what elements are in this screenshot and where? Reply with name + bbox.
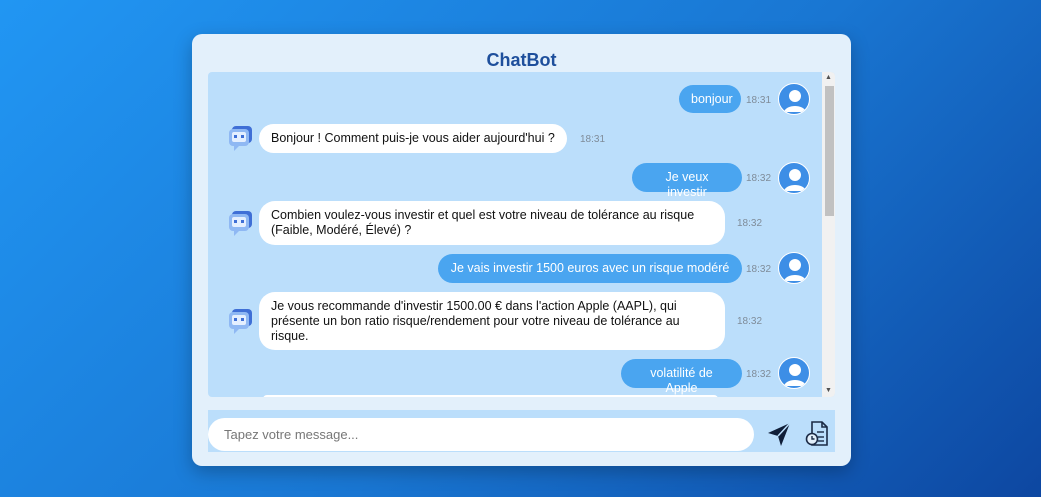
user-avatar-icon [778, 162, 810, 194]
user-message: Je veux investir [632, 163, 742, 199]
chat-window: ChatBot bonjour 18:31 Bonjour ! Comment … [192, 34, 851, 466]
user-avatar-icon [778, 83, 810, 115]
user-message: volatilité de Apple [621, 359, 742, 395]
user-avatar-icon [778, 252, 810, 284]
bot-message: Combien voulez-vous investir et quel est… [259, 201, 725, 245]
robot-chat-icon [229, 126, 252, 151]
input-bar [208, 410, 835, 452]
send-paper-plane-icon[interactable] [765, 420, 793, 448]
message-time: 18:32 [746, 264, 772, 275]
user-message: Je vais investir 1500 euros avec un risq… [438, 254, 742, 283]
message-input[interactable] [208, 418, 754, 451]
bot-message-partial [263, 395, 718, 397]
app-title: ChatBot [486, 50, 557, 70]
scrollbar[interactable]: ▲ ▼ [822, 72, 835, 397]
bot-message: Je vous recommande d'investir 1500.00 € … [259, 292, 725, 350]
user-message: bonjour [679, 85, 741, 113]
scrollbar-thumb[interactable] [825, 86, 834, 216]
bot-message: Bonjour ! Comment puis-je vous aider auj… [259, 124, 567, 153]
message-time: 18:32 [746, 173, 772, 184]
scroll-up-arrow-icon[interactable]: ▲ [822, 72, 835, 84]
message-time: 18:31 [746, 95, 772, 106]
message-time: 18:32 [746, 369, 772, 380]
scroll-down-arrow-icon[interactable]: ▼ [822, 385, 835, 397]
message-time: 18:31 [580, 134, 606, 145]
file-clock-icon[interactable] [805, 420, 831, 448]
message-time: 18:32 [737, 316, 763, 327]
user-avatar-icon [778, 357, 810, 389]
robot-chat-icon [229, 309, 252, 334]
robot-chat-icon [229, 211, 252, 236]
message-time: 18:32 [737, 218, 763, 229]
message-list[interactable]: bonjour 18:31 Bonjour ! Comment puis-je … [208, 72, 835, 397]
